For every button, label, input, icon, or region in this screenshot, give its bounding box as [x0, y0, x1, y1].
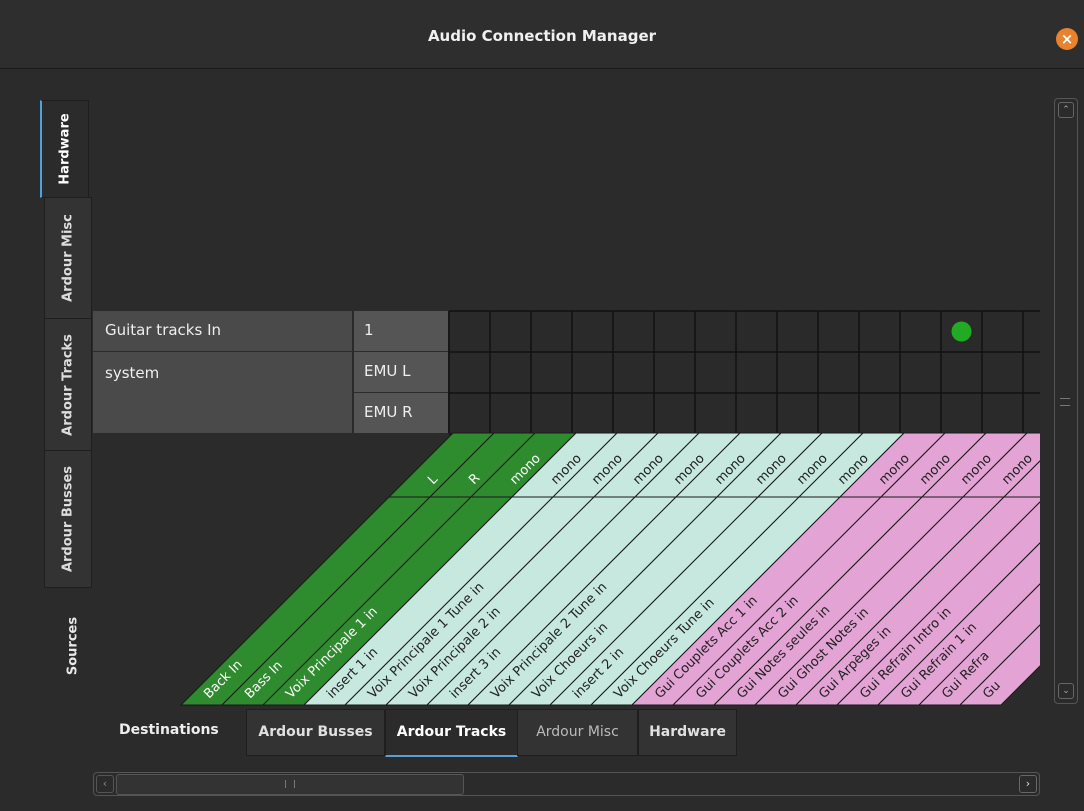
column-port-label: mono [753, 451, 790, 488]
column-port-label: mono [507, 451, 544, 488]
row-port-label: 1 [364, 321, 374, 339]
column-bundle-label: Gui Couplets Acc 2 in [693, 593, 802, 702]
source-tab-ardour-tracks-label: Ardour Tracks [60, 333, 76, 436]
column-port-label: mono [548, 451, 585, 488]
column-bundle-label: insert 2 in [570, 645, 627, 702]
column-bundle-label: Gui Refra [939, 649, 992, 702]
row-bundle-system: system [93, 352, 352, 433]
column-stripe [179, 432, 496, 706]
column-bundle-label: Voix Principale 2 Tune in [488, 580, 610, 702]
scroll-grip-icon [285, 780, 295, 788]
column-stripe [220, 432, 537, 706]
column-bundle-label: insert 3 in [447, 645, 504, 702]
column-stripe [548, 432, 865, 706]
column-bundle-label: Voix Principale 2 in [406, 604, 504, 702]
row-port-emu-r: EMU R [354, 393, 448, 433]
scroll-grip-icon [1060, 398, 1070, 406]
row-bundle-guitar-tracks: Guitar tracks In [93, 311, 352, 351]
column-bundle-label: Voix Choeurs Tune in [611, 595, 717, 701]
column-port-label: mono [712, 451, 749, 488]
scroll-left-icon[interactable]: ‹ [96, 775, 114, 793]
titlebar: Audio Connection Manager × [0, 0, 1084, 69]
column-bundle-label: Voix Principale 1 Tune in [365, 580, 487, 702]
scroll-up-icon[interactable]: ⌃ [1058, 102, 1074, 118]
column-stripe [671, 432, 988, 706]
column-stripe [712, 432, 1029, 706]
source-tab-ardour-misc-label: Ardour Misc [60, 214, 76, 302]
horizontal-scrollbar[interactable]: ‹ › [93, 772, 1040, 796]
column-bundle-label: Back In [201, 657, 245, 701]
column-bundle-label: Gui Refrain 1 in [898, 620, 980, 702]
sources-label: Sources [65, 616, 81, 676]
dest-tab-ardour-busses[interactable]: Ardour Busses [246, 709, 385, 756]
column-port-label: mono [999, 451, 1036, 488]
column-stripe [466, 432, 783, 706]
column-bundle-label: Gui Arpèges in [816, 624, 894, 702]
column-port-label: mono [630, 451, 667, 488]
column-stripe [261, 432, 578, 706]
window-title: Audio Connection Manager [427, 27, 657, 45]
column-bundle-label: insert 1 in [324, 645, 381, 702]
source-tab-hardware-label: Hardware [57, 113, 73, 185]
close-icon[interactable]: × [1056, 28, 1078, 50]
column-port-label: mono [589, 451, 626, 488]
column-port-label: mono [671, 451, 708, 488]
row-port-label: EMU R [364, 403, 413, 421]
column-bundle-label: Voix Principale 1 in [283, 604, 381, 702]
column-stripe [302, 432, 619, 706]
row-bundle-label: system [105, 364, 160, 382]
column-port-label: mono [794, 451, 831, 488]
row-port-label: EMU L [364, 362, 411, 380]
connection-dot [951, 321, 972, 342]
row-port-emu-l: EMU L [354, 352, 448, 392]
column-bundle-label: Gui Ghost Notes in [775, 605, 872, 702]
column-bundle-label: Gu [980, 678, 1004, 702]
column-stripe [343, 432, 660, 706]
column-port-label: mono [958, 451, 995, 488]
column-bundle-label: Bass In [242, 658, 286, 702]
scroll-down-icon[interactable]: ⌄ [1058, 683, 1074, 699]
column-port-label: mono [876, 451, 913, 488]
column-stripe [835, 501, 1040, 706]
source-tab-ardour-tracks[interactable]: Ardour Tracks [44, 318, 92, 451]
grid-background [449, 311, 1040, 433]
source-tab-ardour-busses-label: Ardour Busses [60, 465, 76, 573]
column-bundle-label: Gui Notes seules in [734, 603, 833, 702]
column-stripe [630, 432, 947, 706]
source-tab-hardware[interactable]: Hardware [40, 100, 89, 198]
column-stripe [425, 432, 742, 706]
column-stripe [753, 432, 1040, 706]
dest-tab-ardour-misc[interactable]: Ardour Misc [517, 709, 638, 756]
row-bundle-label: Guitar tracks In [105, 321, 221, 339]
dest-tab-ardour-tracks[interactable]: Ardour Tracks [385, 709, 518, 757]
column-port-label: L [425, 472, 441, 488]
column-stripe [507, 432, 824, 706]
vertical-scrollbar[interactable]: ⌃ ⌄ [1054, 98, 1078, 704]
source-tab-ardour-busses[interactable]: Ardour Busses [44, 450, 92, 588]
row-port-1: 1 [354, 311, 448, 351]
column-stripe [384, 432, 701, 706]
column-port-label: mono [835, 451, 872, 488]
scroll-right-icon[interactable]: › [1019, 775, 1037, 793]
dest-tab-hardware[interactable]: Hardware [638, 709, 737, 756]
destinations-label: Destinations [119, 722, 219, 738]
column-port-label: mono [917, 451, 954, 488]
column-bundle-label: Gui Refrain Intro in [857, 605, 954, 702]
column-bundle-label: Voix Choeurs in [529, 620, 611, 702]
column-stripe [589, 432, 906, 706]
source-tab-ardour-misc[interactable]: Ardour Misc [44, 197, 92, 319]
scrollbar-thumb[interactable] [116, 774, 464, 795]
column-port-label: R [466, 471, 483, 488]
column-bundle-label: Gui Couplets Acc 1 in [652, 593, 761, 702]
column-stripe [794, 460, 1040, 706]
